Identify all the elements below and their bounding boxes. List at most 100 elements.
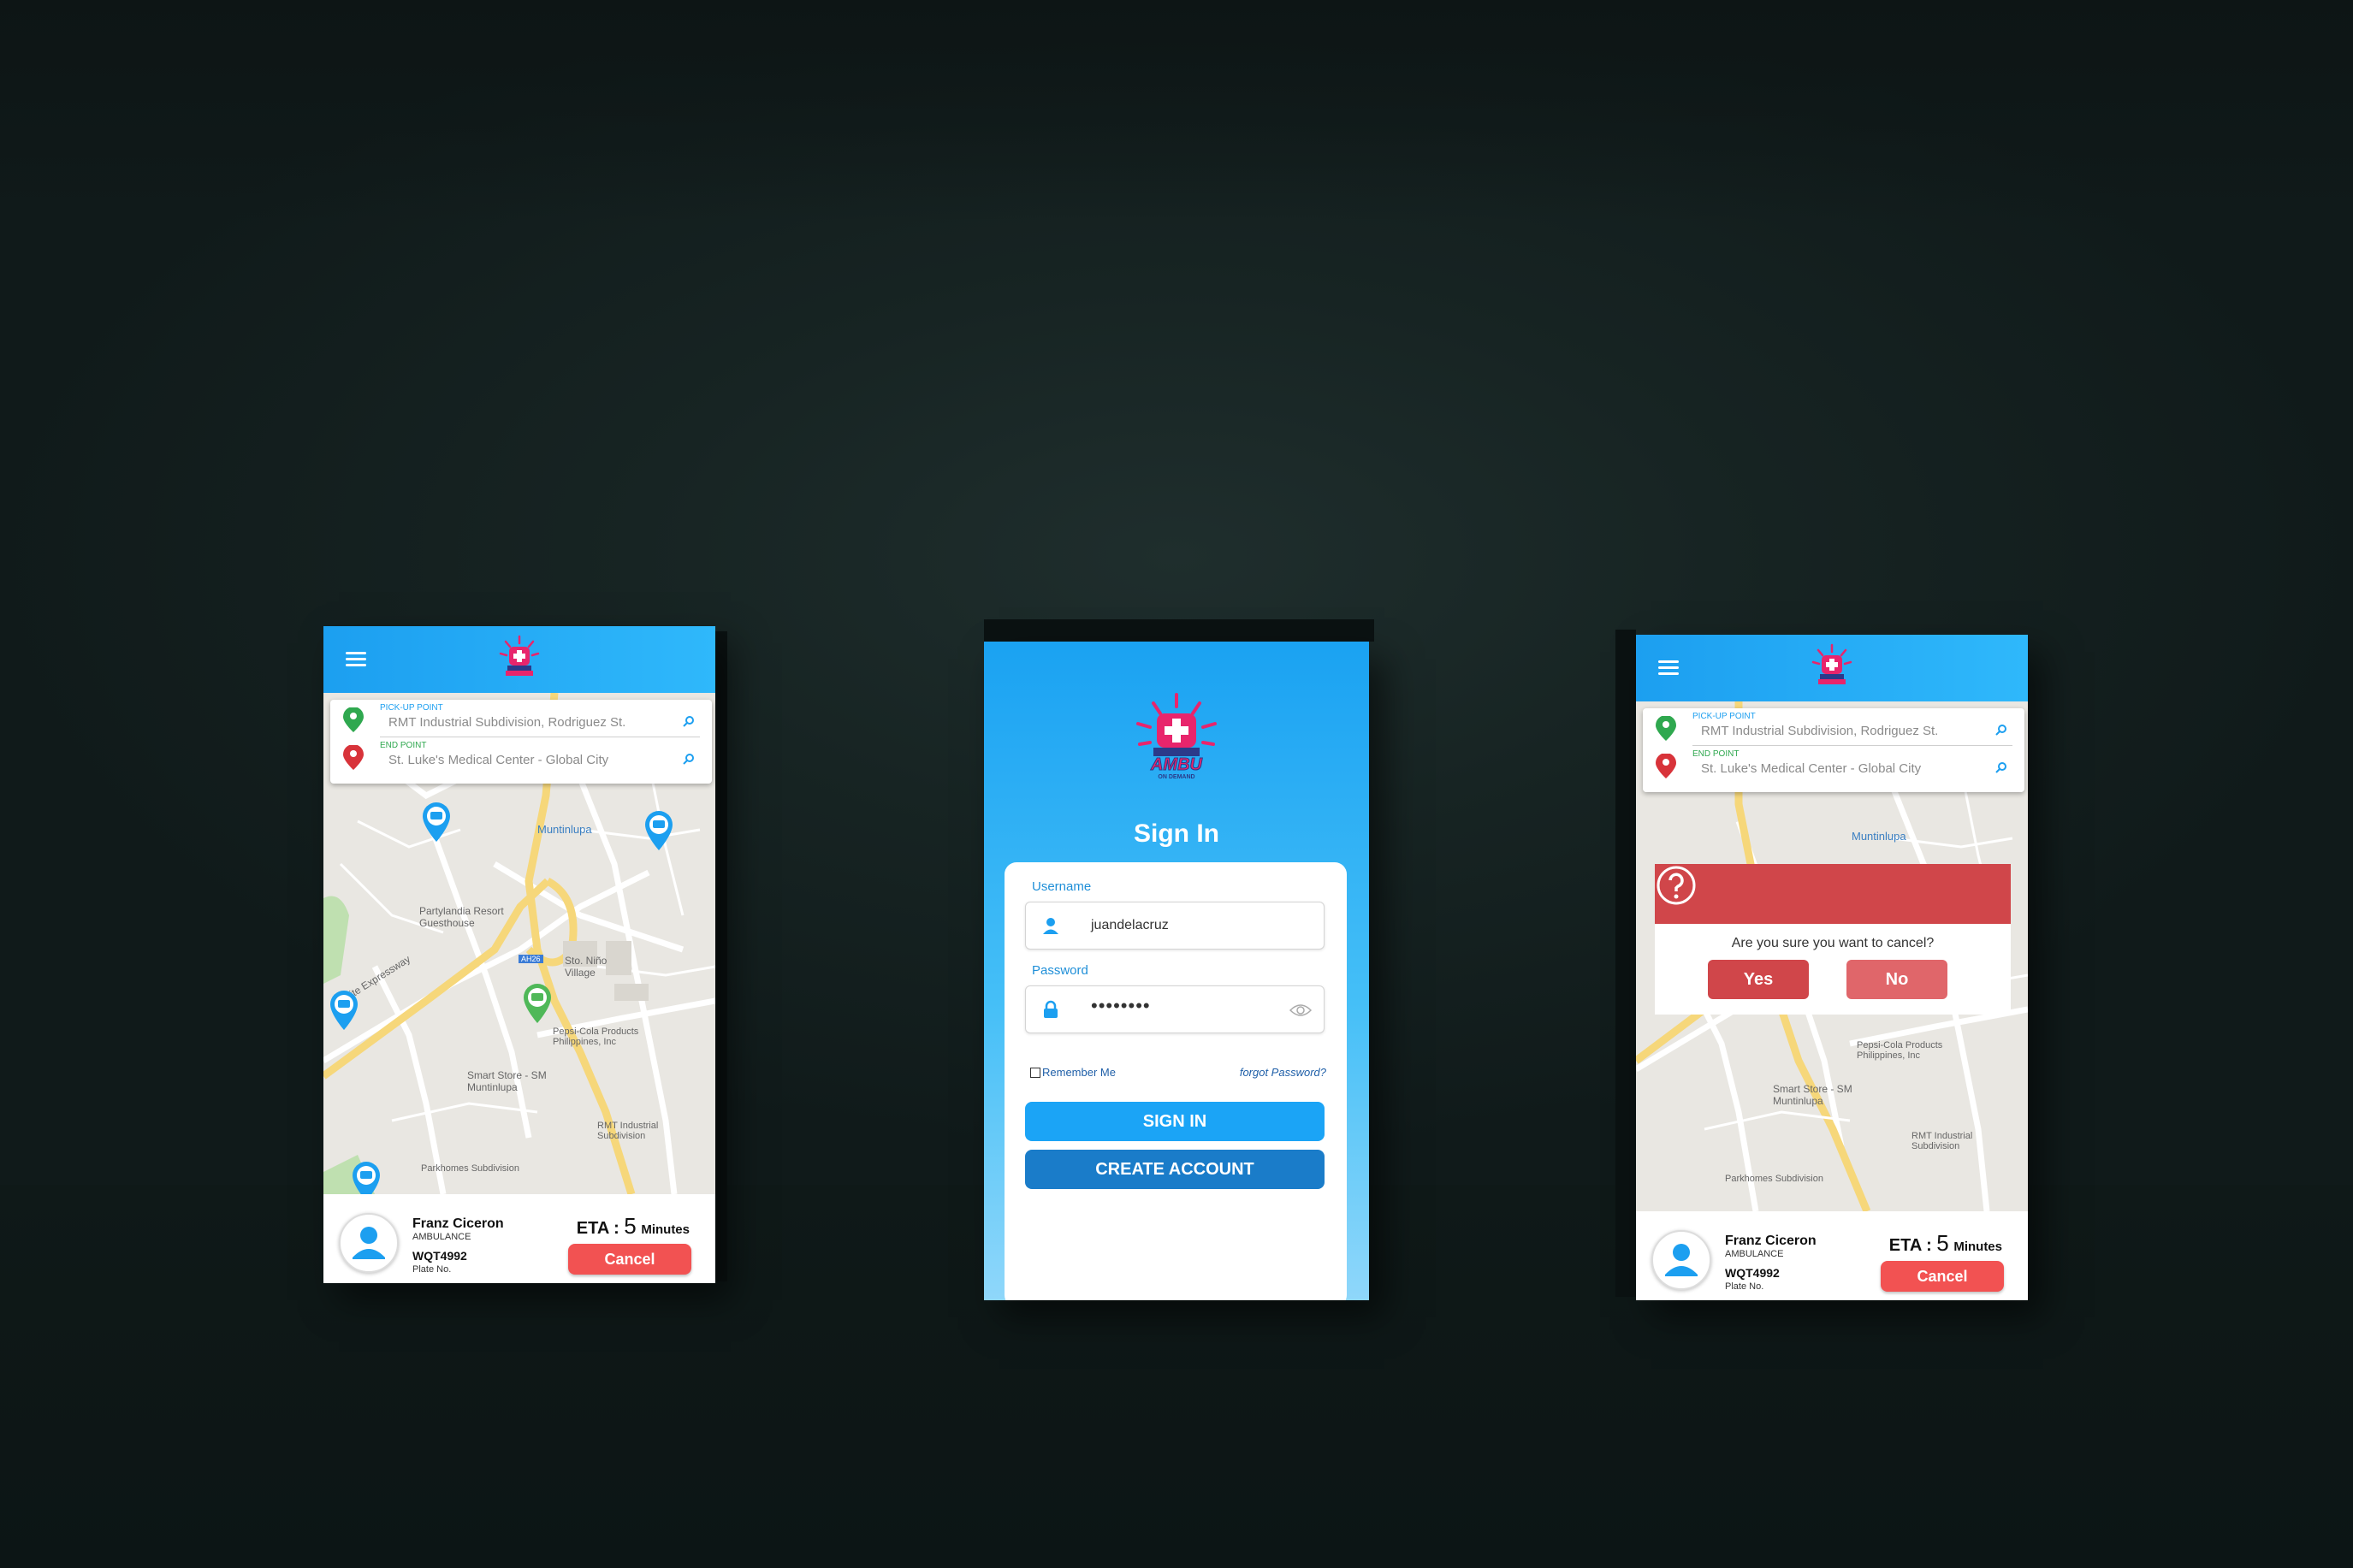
vehicle-type: AMBULANCE bbox=[412, 1232, 471, 1242]
user-icon bbox=[1665, 1244, 1698, 1276]
pickup-input[interactable]: RMT Industrial Subdivision, Rodriguez St… bbox=[388, 715, 625, 730]
endpoint-input[interactable]: St. Luke's Medical Center - Global City bbox=[1701, 761, 1921, 776]
driver-name: Franz Ciceron bbox=[412, 1216, 504, 1231]
driver-card: Franz Ciceron AMBULANCE WQT4992 Plate No… bbox=[1636, 1211, 2028, 1300]
endpoint-row[interactable]: END POINT St. Luke's Medical Center - Gl… bbox=[1656, 746, 2012, 784]
app-header bbox=[323, 626, 715, 693]
cancel-dialog: Are you sure you want to cancel? Yes No bbox=[1655, 864, 2011, 1015]
create-account-button[interactable]: CREATE ACCOUNT bbox=[1025, 1150, 1325, 1189]
map-label: Muntinlupa bbox=[1852, 830, 1906, 843]
endpoint-input[interactable]: St. Luke's Medical Center - Global City bbox=[388, 753, 608, 767]
sign-in-button[interactable]: SIGN IN bbox=[1025, 1102, 1325, 1141]
plate-label: Plate No. bbox=[412, 1264, 452, 1275]
logo-subtext: ON DEMAND bbox=[1158, 774, 1194, 780]
search-icon[interactable] bbox=[683, 753, 695, 765]
eye-icon[interactable] bbox=[1289, 1002, 1312, 1019]
search-icon[interactable] bbox=[1995, 761, 2007, 773]
menu-icon[interactable] bbox=[1658, 660, 1679, 676]
plate-label: Plate No. bbox=[1725, 1281, 1764, 1292]
map-label: RMT Industrial Subdivision bbox=[1911, 1131, 1973, 1151]
eta-prefix: ETA : bbox=[576, 1219, 625, 1238]
dialog-message: Are you sure you want to cancel? bbox=[1731, 936, 1935, 950]
endpoint-marker-icon bbox=[1656, 754, 1676, 778]
pickup-label: PICK-UP POINT bbox=[380, 703, 443, 713]
pickup-row[interactable]: PICK-UP POINT RMT Industrial Subdivision… bbox=[1656, 708, 2012, 746]
ambulance-pin-icon[interactable] bbox=[419, 801, 453, 843]
map-label: Smart Store - SM Muntinlupa bbox=[467, 1069, 547, 1093]
center-device-signin-screen: AMBU ON DEMAND Sign In Username juandela… bbox=[984, 642, 1369, 1300]
route-search-box: PICK-UP POINT RMT Industrial Subdivision… bbox=[330, 700, 712, 784]
selected-ambulance-pin-icon[interactable] bbox=[520, 982, 554, 1025]
lock-icon bbox=[1044, 1000, 1058, 1018]
eta-prefix: ETA : bbox=[1888, 1236, 1937, 1255]
map-label: Parkhomes Subdivision bbox=[1725, 1174, 1823, 1184]
map-label: Partylandia Resort Guesthouse bbox=[419, 905, 504, 929]
ambu-logo-icon bbox=[1811, 643, 1852, 684]
right-device-edge bbox=[1615, 630, 1636, 1297]
user-icon bbox=[353, 1227, 385, 1259]
left-device-edge bbox=[715, 631, 727, 1281]
map-label: AH26 bbox=[519, 955, 543, 963]
pickup-input[interactable]: RMT Industrial Subdivision, Rodriguez St… bbox=[1701, 724, 1938, 738]
user-icon bbox=[1043, 918, 1058, 934]
eta-readout: ETA : 5 Minutes bbox=[1889, 1230, 2002, 1257]
remember-me-checkbox[interactable]: Remember Me bbox=[1030, 1066, 1116, 1079]
driver-card: Franz Ciceron AMBULANCE WQT4992 Plate No… bbox=[323, 1194, 715, 1283]
menu-icon[interactable] bbox=[346, 652, 366, 667]
forgot-password-link[interactable]: forgot Password? bbox=[1240, 1066, 1326, 1079]
question-icon bbox=[1657, 866, 1696, 905]
signin-form: Username juandelacruz Password •••••••• … bbox=[1005, 862, 1347, 1300]
pickup-marker-icon bbox=[343, 707, 364, 732]
vehicle-type: AMBULANCE bbox=[1725, 1249, 1784, 1259]
plate-number: WQT4992 bbox=[1725, 1266, 1780, 1280]
username-field[interactable]: juandelacruz bbox=[1025, 902, 1325, 950]
map-label: Sto. Niño Village bbox=[565, 955, 608, 979]
cancel-button[interactable]: Cancel bbox=[568, 1244, 691, 1275]
map-label: Parkhomes Subdivision bbox=[421, 1163, 519, 1174]
pickup-marker-icon bbox=[1656, 716, 1676, 741]
eta-readout: ETA : 5 Minutes bbox=[577, 1213, 690, 1240]
ambu-logo-icon bbox=[499, 635, 540, 676]
center-device-top bbox=[984, 619, 1374, 642]
map-label: Pepsi-Cola Products Philippines, Inc bbox=[1857, 1040, 1943, 1061]
username-value: juandelacruz bbox=[1091, 918, 1169, 932]
map-label: Pepsi-Cola Products Philippines, Inc bbox=[553, 1027, 639, 1047]
plate-number: WQT4992 bbox=[412, 1249, 467, 1263]
ambulance-pin-icon[interactable] bbox=[349, 1160, 383, 1194]
password-value: •••••••• bbox=[1091, 995, 1151, 1016]
pickup-row[interactable]: PICK-UP POINT RMT Industrial Subdivision… bbox=[343, 700, 700, 737]
ambu-logo-icon: AMBU ON DEMAND bbox=[1136, 693, 1217, 780]
app-header bbox=[1636, 635, 2028, 701]
page-title: Sign In bbox=[1134, 820, 1219, 848]
eta-value: 5 bbox=[624, 1213, 637, 1239]
yes-button[interactable]: Yes bbox=[1708, 960, 1809, 999]
pickup-label: PICK-UP POINT bbox=[1692, 712, 1756, 721]
cancel-button[interactable]: Cancel bbox=[1881, 1261, 2004, 1292]
eta-value: 5 bbox=[1936, 1230, 1949, 1256]
eta-unit: Minutes bbox=[641, 1222, 690, 1237]
logo-text: AMBU bbox=[1150, 755, 1203, 774]
password-field[interactable]: •••••••• bbox=[1025, 985, 1325, 1033]
dialog-header bbox=[1655, 864, 2011, 924]
avatar bbox=[1651, 1230, 1711, 1290]
endpoint-row[interactable]: END POINT St. Luke's Medical Center - Gl… bbox=[343, 737, 700, 775]
map-label: RMT Industrial Subdivision bbox=[597, 1121, 659, 1141]
username-label: Username bbox=[1032, 879, 1092, 894]
no-button[interactable]: No bbox=[1846, 960, 1947, 999]
backdrop-top bbox=[0, 0, 2353, 222]
driver-name: Franz Ciceron bbox=[1725, 1234, 1817, 1248]
endpoint-marker-icon bbox=[343, 745, 364, 770]
eta-unit: Minutes bbox=[1953, 1240, 2002, 1254]
map-label: Smart Store - SM Muntinlupa bbox=[1773, 1083, 1852, 1107]
ambulance-pin-icon[interactable] bbox=[642, 809, 676, 852]
map-label: Muntinlupa bbox=[537, 823, 592, 836]
search-icon[interactable] bbox=[683, 715, 695, 727]
avatar bbox=[339, 1213, 399, 1273]
password-label: Password bbox=[1032, 963, 1088, 978]
endpoint-label: END POINT bbox=[1692, 749, 1740, 759]
endpoint-label: END POINT bbox=[380, 741, 427, 750]
remember-me-label: Remember Me bbox=[1042, 1066, 1116, 1079]
right-device-cancel-screen: Muntinlupa Pepsi-Cola Products Philippin… bbox=[1636, 635, 2028, 1300]
search-icon[interactable] bbox=[1995, 724, 2007, 736]
ambulance-pin-icon[interactable] bbox=[327, 989, 361, 1032]
